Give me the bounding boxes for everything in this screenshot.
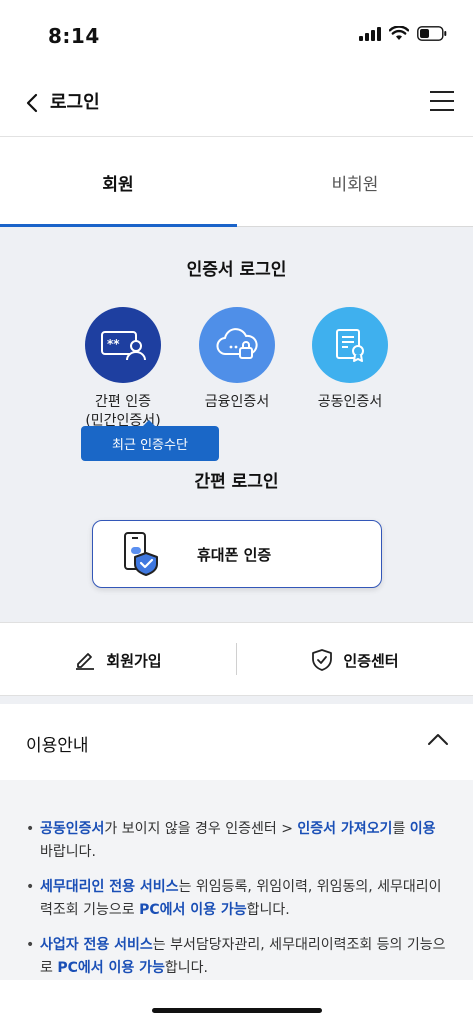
body-text: 합니다. — [164, 960, 209, 976]
cert-center-link[interactable]: 인증센터 — [237, 623, 473, 697]
highlight-text: 사업자 전용 서비스 — [40, 937, 153, 953]
usage-info-item: 세무대리인 전용 서비스는 위임등록, 위임이력, 위임동의, 세무대리이력조회… — [26, 876, 451, 922]
phone-shield-icon — [124, 532, 158, 576]
financial-cert-item[interactable]: 금융인증서 — [177, 307, 297, 412]
tab-bar: 회원 비회원 — [0, 137, 473, 227]
signup-link[interactable]: 회원가입 — [0, 623, 236, 697]
body-text: 바랍니다. — [40, 844, 96, 860]
home-indicator[interactable] — [152, 1008, 322, 1013]
links-bar: 회원가입 인증센터 — [0, 622, 473, 696]
wifi-icon — [389, 26, 409, 40]
body-text: 를 — [392, 821, 410, 837]
tab-member[interactable]: 회원 — [0, 137, 236, 227]
usage-info-header[interactable]: 이용안내 — [0, 704, 473, 780]
cloud-lock-icon — [216, 328, 258, 359]
highlight-text: 인증서 가져오기 — [297, 821, 393, 837]
usage-info-body: 공동인증서가 보이지 않을 경우 인증센터 > 인증서 가져오기를 이용 바랍니… — [0, 780, 473, 980]
usage-info-title: 이용안내 — [26, 736, 89, 756]
usage-info-item: 사업자 전용 서비스는 부서담당자관리, 세무대리이력조회 등의 기능으로 PC… — [26, 934, 451, 980]
highlight-text: PC에서 이용 가능 — [57, 960, 165, 976]
menu-button[interactable] — [429, 89, 455, 113]
joint-cert-item[interactable]: 공동인증서 — [290, 307, 410, 412]
battery-icon — [417, 26, 447, 41]
status-icons — [359, 26, 447, 41]
page-title: 로그인 — [50, 92, 100, 113]
status-bar: 8:14 — [0, 0, 473, 75]
app-header: 로그인 — [0, 75, 473, 137]
status-time: 8:14 — [48, 24, 100, 48]
simple-auth-button[interactable]: ** — [85, 307, 161, 383]
password-user-icon: ** — [101, 331, 146, 361]
shield-check-icon — [312, 649, 333, 671]
usage-info-list: 공동인증서가 보이지 않을 경우 인증센터 > 인증서 가져오기를 이용 바랍니… — [26, 818, 451, 992]
chevron-up-icon[interactable] — [427, 732, 449, 746]
back-button[interactable] — [18, 89, 46, 117]
highlight-text: 세무대리인 전용 서비스 — [40, 879, 179, 895]
recent-auth-tooltip: 최근 인증수단 — [81, 420, 219, 461]
login-panel: 인증서 로그인 ** 간편 인증 (민간인증서) 금융인증서 공동인증서 최근 … — [0, 227, 473, 622]
highlight-text: 공동인증서 — [40, 821, 105, 837]
certificate-icon — [336, 329, 364, 362]
cert-center-label: 인증센터 — [343, 651, 399, 670]
simple-auth-item[interactable]: ** 간편 인증 (민간인증서) — [63, 307, 183, 431]
joint-cert-label: 공동인증서 — [317, 394, 383, 410]
cert-login-title: 인증서 로그인 — [186, 260, 287, 280]
usage-info-item: 공동인증서가 보이지 않을 경우 인증센터 > 인증서 가져오기를 이용 바랍니… — [26, 818, 451, 864]
hamburger-icon — [430, 91, 454, 111]
easy-login-title: 간편 로그인 — [194, 472, 279, 492]
tab-guest[interactable]: 비회원 — [237, 137, 473, 227]
section-divider — [0, 696, 473, 704]
financial-cert-button[interactable] — [199, 307, 275, 383]
pencil-icon — [76, 653, 95, 670]
joint-cert-button[interactable] — [312, 307, 388, 383]
phone-auth-button[interactable]: 휴대폰 인증 — [92, 520, 382, 588]
financial-cert-label: 금융인증서 — [204, 394, 270, 410]
chevron-left-icon — [26, 93, 38, 113]
signal-icon — [359, 26, 381, 41]
phone-auth-label: 휴대폰 인증 — [197, 546, 272, 564]
highlight-text: PC에서 이용 가능 — [139, 902, 247, 918]
home-area — [0, 980, 473, 1024]
body-text: 합니다. — [246, 902, 290, 918]
svg-text:**: ** — [107, 337, 120, 351]
highlight-text: 이용 — [409, 821, 436, 837]
signup-label: 회원가입 — [106, 651, 162, 670]
body-text: 가 보이지 않을 경우 인증센터 > — [104, 821, 298, 837]
